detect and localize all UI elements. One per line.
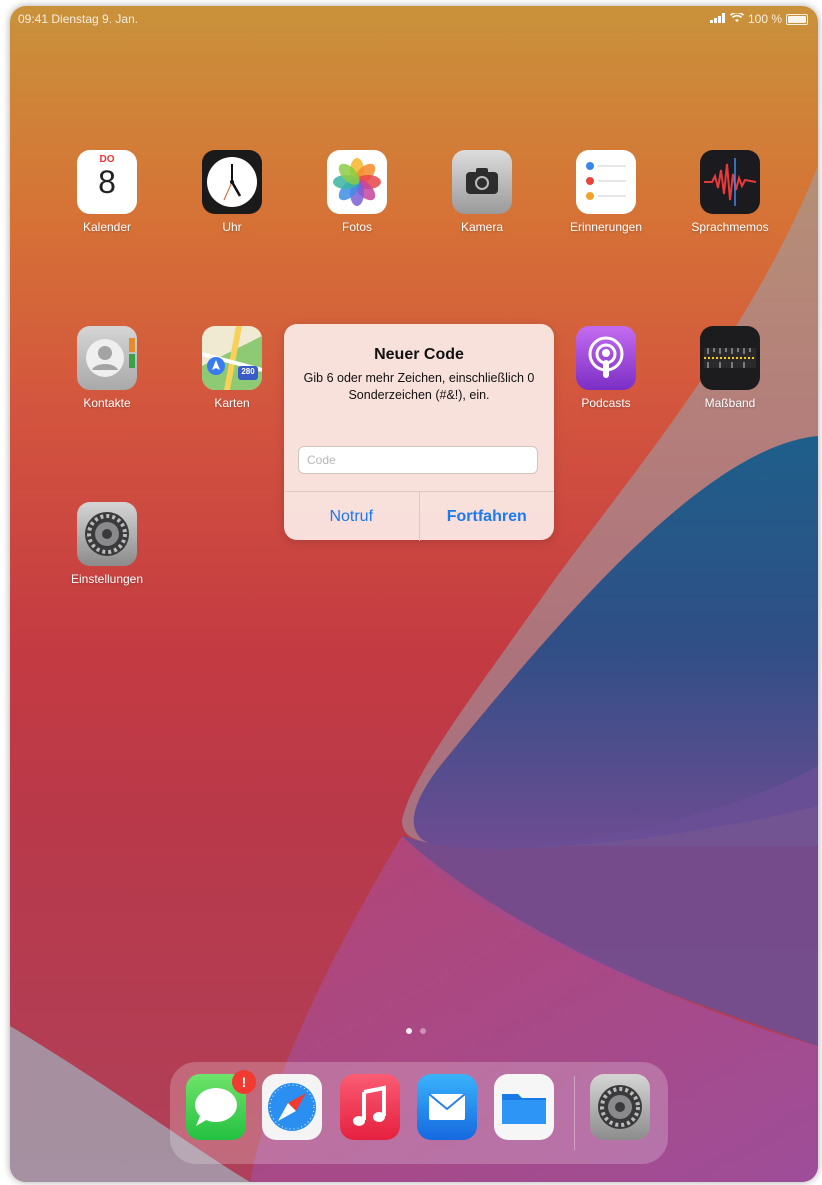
battery-percent: 100 % (747, 12, 782, 26)
new-passcode-alert: Neuer Code Gib 6 oder mehr Zeichen, eins… (284, 324, 554, 541)
reminders-icon (576, 150, 636, 214)
app-label: Uhr (222, 220, 242, 234)
voice-memos-icon (700, 150, 760, 214)
status-indicators: 100 % (709, 11, 808, 26)
app-label: Erinnerungen (569, 220, 643, 234)
alert-button-row: Notruf Fortfahren (284, 491, 554, 541)
app-label: Einstellungen (70, 572, 144, 586)
measure-icon (700, 326, 760, 390)
app-karten[interactable]: 280 Karten (177, 326, 287, 410)
passcode-input[interactable] (298, 446, 538, 474)
app-label: Sprachmemos (691, 220, 769, 234)
contacts-icon (77, 326, 137, 390)
maps-shield: 280 (241, 367, 255, 376)
camera-icon (452, 150, 512, 214)
safari-icon[interactable] (262, 1074, 322, 1140)
app-label: Karten (214, 396, 250, 410)
music-icon[interactable] (340, 1074, 400, 1140)
page-indicator[interactable] (406, 1028, 426, 1034)
dock-divider (574, 1076, 575, 1150)
continue-button[interactable]: Fortfahren (418, 492, 555, 541)
signal-icon (709, 12, 726, 26)
dock: ! (170, 1062, 668, 1164)
page-dot-active (406, 1028, 412, 1034)
messages-badge: ! (232, 1070, 256, 1094)
files-icon[interactable] (494, 1074, 554, 1140)
mail-icon[interactable] (417, 1074, 477, 1140)
app-label: Maßband (704, 396, 756, 410)
page-dot (420, 1028, 426, 1034)
calendar-date: 8 (98, 164, 116, 200)
photos-icon (327, 150, 387, 214)
maps-icon: 280 (202, 326, 262, 390)
clock-icon (202, 150, 262, 214)
wifi-icon (729, 11, 745, 26)
app-massband[interactable]: Maßband (675, 326, 785, 410)
app-label: Kamera (460, 220, 504, 234)
app-label: Kontakte (83, 396, 131, 410)
calendar-icon: DO 8 (77, 150, 137, 214)
app-kontakte[interactable]: Kontakte (52, 326, 162, 410)
app-erinnerungen[interactable]: Erinnerungen (551, 150, 661, 234)
app-kamera[interactable]: Kamera (427, 150, 537, 234)
app-sprachmemos[interactable]: Sprachmemos (675, 150, 785, 234)
settings-icon[interactable] (590, 1074, 650, 1140)
app-einstellungen[interactable]: Einstellungen (52, 502, 162, 586)
app-uhr[interactable]: Uhr (177, 150, 287, 234)
app-podcasts[interactable]: Podcasts (551, 326, 661, 410)
settings-icon (77, 502, 137, 566)
app-label: Kalender (82, 220, 132, 234)
app-kalender[interactable]: DO 8 Kalender (52, 150, 162, 234)
podcasts-icon (576, 326, 636, 390)
app-label: Fotos (341, 220, 372, 234)
alert-message: Gib 6 oder mehr Zeichen, einschließlich … (303, 371, 535, 402)
alert-title: Neuer Code (374, 346, 464, 363)
status-time-date: 09:41 Dienstag 9. Jan. (18, 12, 139, 26)
app-fotos[interactable]: Fotos (302, 150, 412, 234)
home-screen: 09:41 Dienstag 9. Jan. 100 % DO 8 Kalend… (10, 6, 818, 1182)
app-label: Podcasts (581, 396, 631, 410)
battery-icon (786, 13, 808, 25)
emergency-call-button[interactable]: Notruf (284, 492, 419, 541)
